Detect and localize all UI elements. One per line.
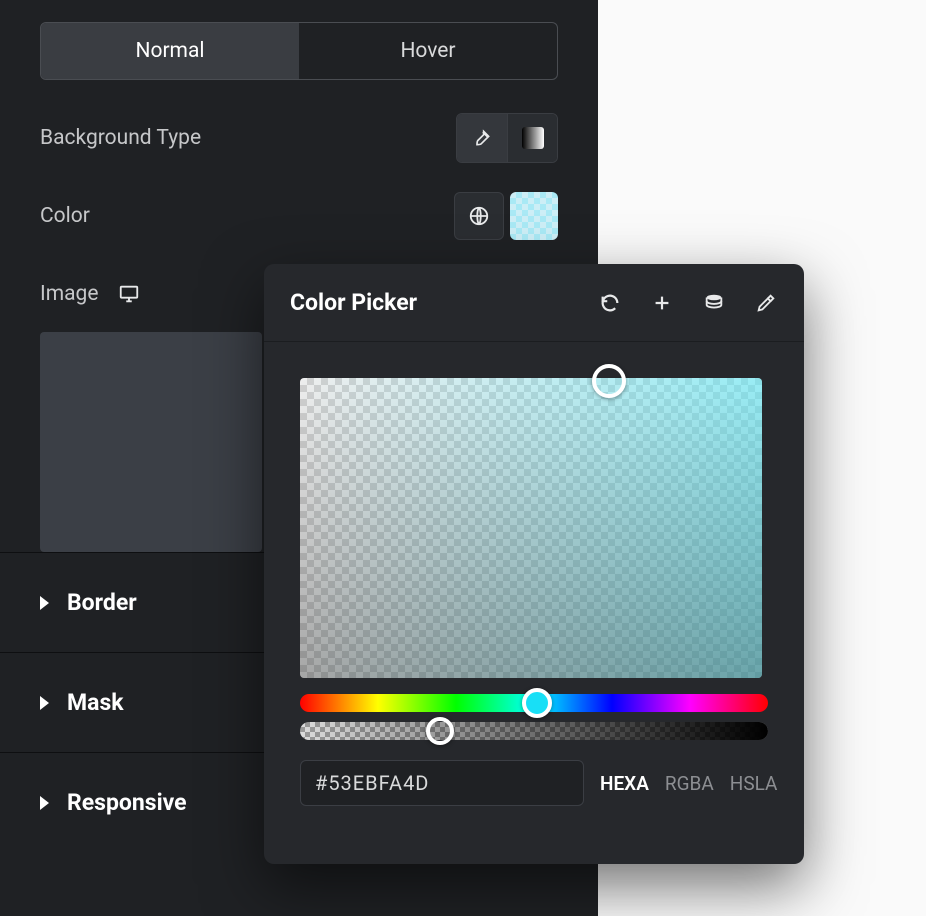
satval-handle[interactable]	[592, 364, 626, 398]
caret-right-icon	[40, 796, 49, 810]
color-picker-header: Color Picker	[264, 264, 804, 342]
state-tabs: Normal Hover	[40, 22, 558, 80]
eyedropper-icon	[755, 292, 777, 314]
color-row: Color	[0, 188, 598, 244]
color-picker-title: Color Picker	[290, 289, 417, 316]
stack-icon	[703, 292, 725, 314]
bg-type-gradient-button[interactable]	[507, 114, 557, 162]
desktop-icon[interactable]	[116, 283, 142, 305]
section-border-label: Border	[67, 589, 137, 616]
alpha-fade-layer	[300, 722, 768, 740]
library-button[interactable]	[702, 291, 726, 315]
plus-icon	[651, 292, 673, 314]
background-type-label: Background Type	[40, 126, 201, 150]
color-value-input[interactable]	[300, 760, 584, 806]
format-hexa[interactable]: HEXA	[600, 772, 649, 795]
image-well[interactable]	[40, 332, 262, 552]
globe-icon	[468, 205, 490, 227]
format-hsla[interactable]: HSLA	[730, 772, 778, 795]
format-rgba[interactable]: RGBA	[665, 772, 714, 795]
color-swatch-button[interactable]	[510, 192, 558, 240]
tab-normal[interactable]: Normal	[41, 23, 299, 79]
color-picker-tools	[598, 291, 778, 315]
image-label: Image	[40, 282, 98, 306]
global-color-button[interactable]	[454, 192, 504, 240]
undo-icon	[599, 292, 621, 314]
add-button[interactable]	[650, 291, 674, 315]
background-type-options	[456, 113, 558, 163]
satval-shade-layer	[300, 378, 762, 678]
tab-hover-label: Hover	[400, 39, 455, 63]
tab-hover[interactable]: Hover	[299, 23, 557, 79]
hue-slider[interactable]	[300, 694, 768, 712]
alpha-handle[interactable]	[426, 717, 454, 745]
saturation-value-area[interactable]	[300, 378, 762, 678]
caret-right-icon	[40, 596, 49, 610]
gradient-icon	[522, 127, 544, 149]
eyedropper-button[interactable]	[754, 291, 778, 315]
color-value-row: HEXA RGBA HSLA	[300, 760, 768, 806]
reset-button[interactable]	[598, 291, 622, 315]
background-type-row: Background Type	[0, 110, 598, 166]
color-picker-popover: Color Picker HEXA RGBA	[264, 264, 804, 864]
hue-handle[interactable]	[522, 688, 552, 718]
color-label: Color	[40, 204, 90, 228]
brush-icon	[472, 128, 492, 148]
bg-type-classic-button[interactable]	[457, 114, 507, 162]
section-responsive-label: Responsive	[67, 789, 187, 816]
tab-normal-label: Normal	[135, 39, 204, 63]
section-mask-label: Mask	[67, 689, 124, 716]
alpha-slider[interactable]	[300, 722, 768, 740]
caret-right-icon	[40, 696, 49, 710]
